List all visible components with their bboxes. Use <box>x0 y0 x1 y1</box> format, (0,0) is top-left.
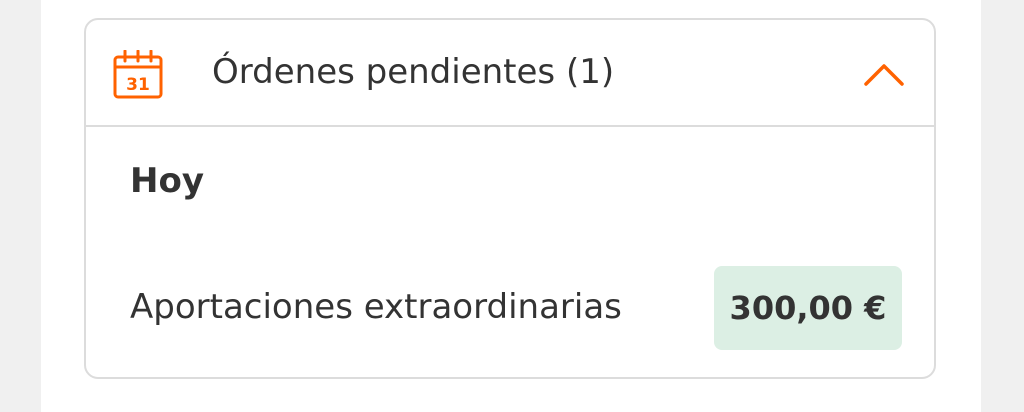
pending-orders-title: Órdenes pendientes (1) <box>212 52 615 92</box>
pending-orders-header[interactable]: 31 Órdenes pendientes (1) <box>86 20 934 127</box>
pending-order-amount-badge: 300,00 € <box>714 266 902 350</box>
pending-order-amount: 300,00 € <box>729 289 887 327</box>
pending-order-label: Aportaciones extraordinarias <box>130 287 622 327</box>
calendar-icon-day: 31 <box>126 75 150 95</box>
chevron-up-icon[interactable] <box>862 58 906 88</box>
day-group-label: Hoy <box>130 161 204 201</box>
calendar-icon: 31 <box>112 49 164 100</box>
pending-orders-card: 31 Órdenes pendientes (1) Hoy Aportacion… <box>84 18 936 379</box>
pending-order-row[interactable]: Aportaciones extraordinarias 300,00 € <box>86 264 934 352</box>
page-content: 31 Órdenes pendientes (1) Hoy Aportacion… <box>41 0 981 412</box>
